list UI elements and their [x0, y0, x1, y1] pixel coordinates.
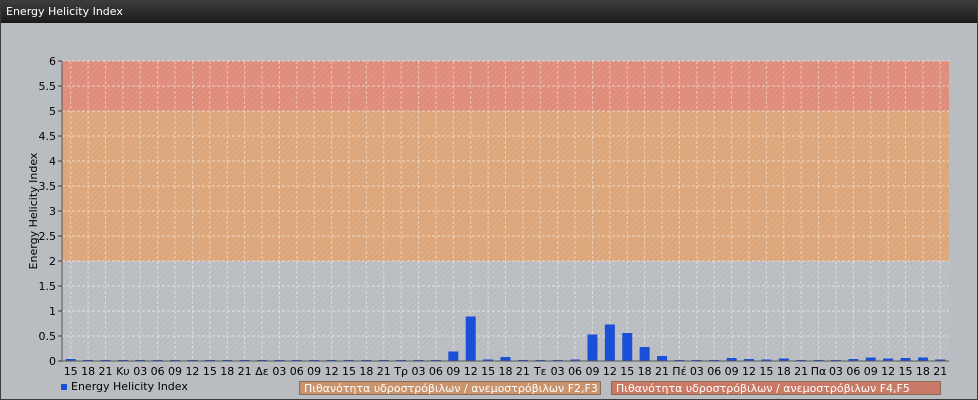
y-tick-label: 3	[49, 205, 56, 218]
x-tick-label: 15	[899, 365, 913, 378]
x-tick-label: 12	[185, 365, 199, 378]
y-tick-label: 1.5	[39, 280, 57, 293]
x-tick-label: 09	[446, 365, 460, 378]
x-tick-label: 21	[794, 365, 808, 378]
x-tick-label: 12	[325, 365, 339, 378]
x-tick-label: 15	[620, 365, 634, 378]
x-tick-label: 06	[846, 365, 860, 378]
x-tick-label: 06	[151, 365, 165, 378]
x-tick-label: 15	[203, 365, 217, 378]
x-tick-label: 12	[464, 365, 478, 378]
x-tick-label: 18	[220, 365, 234, 378]
y-tick-label: 4.5	[39, 130, 57, 143]
y-tick-label: 6	[49, 55, 56, 68]
x-tick-label: Δε	[255, 365, 269, 378]
x-tick-label: Τε	[533, 365, 547, 378]
bar	[622, 333, 633, 361]
legend-zone-f2f3-label: Πιθανότητα υδροστρόβιλων / ανεμοστρόβιλω…	[304, 382, 598, 395]
x-tick-label: 09	[725, 365, 739, 378]
bar	[639, 347, 650, 361]
x-tick-label: 03	[412, 365, 426, 378]
x-tick-label: Κυ	[116, 365, 130, 378]
chart-window: Energy Helicity Index 0 0.5 1 1.5 2 2.5 3 3.5 4 4…	[0, 0, 978, 400]
y-axis-label: Energy Helicity Index	[27, 152, 40, 269]
x-tick-label: 09	[585, 365, 599, 378]
x-tick-label: 15	[342, 365, 356, 378]
y-tick-label: 0.5	[39, 330, 57, 343]
x-tick-label: 12	[742, 365, 756, 378]
x-tick-label: 06	[429, 365, 443, 378]
legend-zone-f4f5[interactable]: Πιθανότητα υδροστρόβιλων / ανεμοστρόβιλω…	[611, 381, 941, 395]
x-tick-label: 15	[64, 365, 78, 378]
x-tick-label: 21	[516, 365, 530, 378]
y-tick-label: 0	[49, 355, 56, 368]
legend-series-label: Energy Helicity Index	[71, 380, 188, 393]
chart-svg: 00.511.522.533.544.555.5615 18 21 Κυ 03 06 09 1…	[27, 55, 949, 378]
x-tick-label: Πέ	[672, 365, 686, 378]
y-tick-label: 2	[49, 255, 56, 268]
bar	[448, 351, 459, 361]
x-tick-label: 09	[307, 365, 321, 378]
y-tick-label: 3.5	[39, 180, 57, 193]
x-tick-label: 15	[759, 365, 773, 378]
x-tick-label: 09	[168, 365, 182, 378]
x-tick-label: Πα	[811, 365, 827, 378]
x-tick-label: 18	[777, 365, 791, 378]
legend-zone-f2f3[interactable]: Πιθανότητα υδροστρόβιλων / ανεμοστρόβιλω…	[299, 381, 601, 395]
x-tick-label: 18	[916, 365, 930, 378]
x-tick-label: 18	[638, 365, 652, 378]
x-tick-label: 03	[690, 365, 704, 378]
bar	[587, 334, 598, 361]
bar	[500, 357, 511, 361]
x-tick-label: 06	[707, 365, 721, 378]
legend-zone-f4f5-label: Πιθανότητα υδροστρόβιλων / ανεμοστρόβιλω…	[616, 382, 910, 395]
x-tick-label: 12	[603, 365, 617, 378]
x-tick-label: Τρ	[393, 365, 408, 378]
x-tick-label: 06	[568, 365, 582, 378]
bar	[657, 356, 668, 361]
y-tick-label: 5.5	[39, 80, 57, 93]
x-tick-label: 03	[829, 365, 843, 378]
legend-series-entry[interactable]: Energy Helicity Index	[61, 379, 188, 395]
bar	[465, 316, 476, 361]
x-tick-label: 21	[655, 365, 669, 378]
x-tick-label: 21	[98, 365, 112, 378]
x-tick-label: 15	[481, 365, 495, 378]
x-tick-label: 09	[864, 365, 878, 378]
y-tick-label: 2.5	[39, 230, 57, 243]
x-tick-label: 21	[238, 365, 252, 378]
x-tick-label: 21	[377, 365, 391, 378]
x-tick-label: 18	[359, 365, 373, 378]
chart-area: 0 0.5 1 1.5 2 2.5 3 3.5 4 4.5 5 5.5 6 15 18 21 Κυ 03 06 09 1…	[1, 23, 977, 399]
x-tick-label: 18	[81, 365, 95, 378]
x-tick-label: 06	[290, 365, 304, 378]
y-tick-label: 1	[49, 305, 56, 318]
x-tick-label: 03	[133, 365, 147, 378]
x-tick-label: 03	[272, 365, 286, 378]
x-tick-label: 12	[881, 365, 895, 378]
y-tick-label: 5	[49, 105, 56, 118]
x-tick-label: 21	[933, 365, 947, 378]
bar	[604, 324, 615, 361]
window-title: Energy Helicity Index	[1, 1, 977, 23]
legend-series-swatch	[61, 384, 67, 390]
x-tick-label: 18	[499, 365, 513, 378]
bar	[865, 357, 876, 361]
x-tick-label: 03	[551, 365, 565, 378]
bar	[917, 357, 928, 361]
y-tick-label: 4	[49, 155, 56, 168]
